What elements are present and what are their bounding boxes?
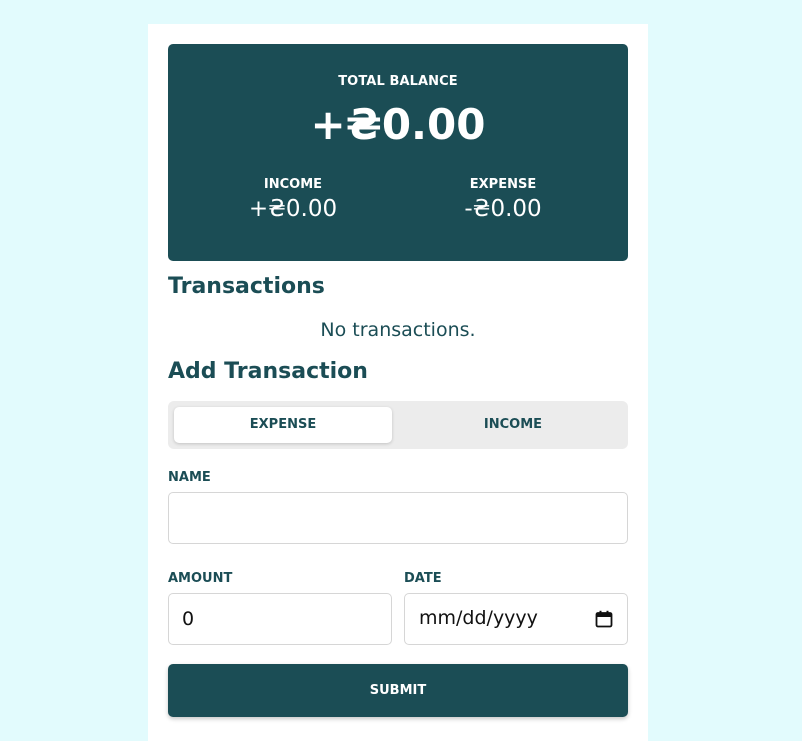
calendar-icon[interactable] [595,610,613,628]
toggle-option-expense[interactable]: EXPENSE [174,407,392,443]
date-placeholder: mm/dd/yyyy [419,607,538,629]
empty-transactions-message: No transactions. [320,319,476,341]
income-label: INCOME [263,177,323,192]
toggle-option-income[interactable]: INCOME [404,407,622,443]
total-balance-label: TOTAL BALANCE [338,74,458,89]
expense-label: EXPENSE [469,177,537,192]
expense-value: -₴0.00 [464,196,542,222]
balance-summary: TOTAL BALANCE +₴0.00 INCOME +₴0.00 EXPEN… [168,44,628,261]
expense-summary: EXPENSE -₴0.00 [403,177,603,222]
transaction-type-toggle: EXPENSE INCOME [168,401,628,449]
date-label: DATE [404,571,442,586]
income-summary: INCOME +₴0.00 [193,177,393,222]
amount-input[interactable]: 0 [168,593,392,645]
add-transaction-heading: Add Transaction [168,359,368,384]
name-label: NAME [168,470,211,485]
submit-button[interactable]: SUBMIT [168,664,628,717]
name-input[interactable] [168,492,628,544]
total-balance-value: +₴0.00 [310,100,486,149]
date-input[interactable]: mm/dd/yyyy [404,593,628,645]
expense-tracker-card: TOTAL BALANCE +₴0.00 INCOME +₴0.00 EXPEN… [148,24,648,741]
transactions-heading: Transactions [168,274,325,299]
amount-label: AMOUNT [168,571,233,586]
income-value: +₴0.00 [248,196,338,222]
